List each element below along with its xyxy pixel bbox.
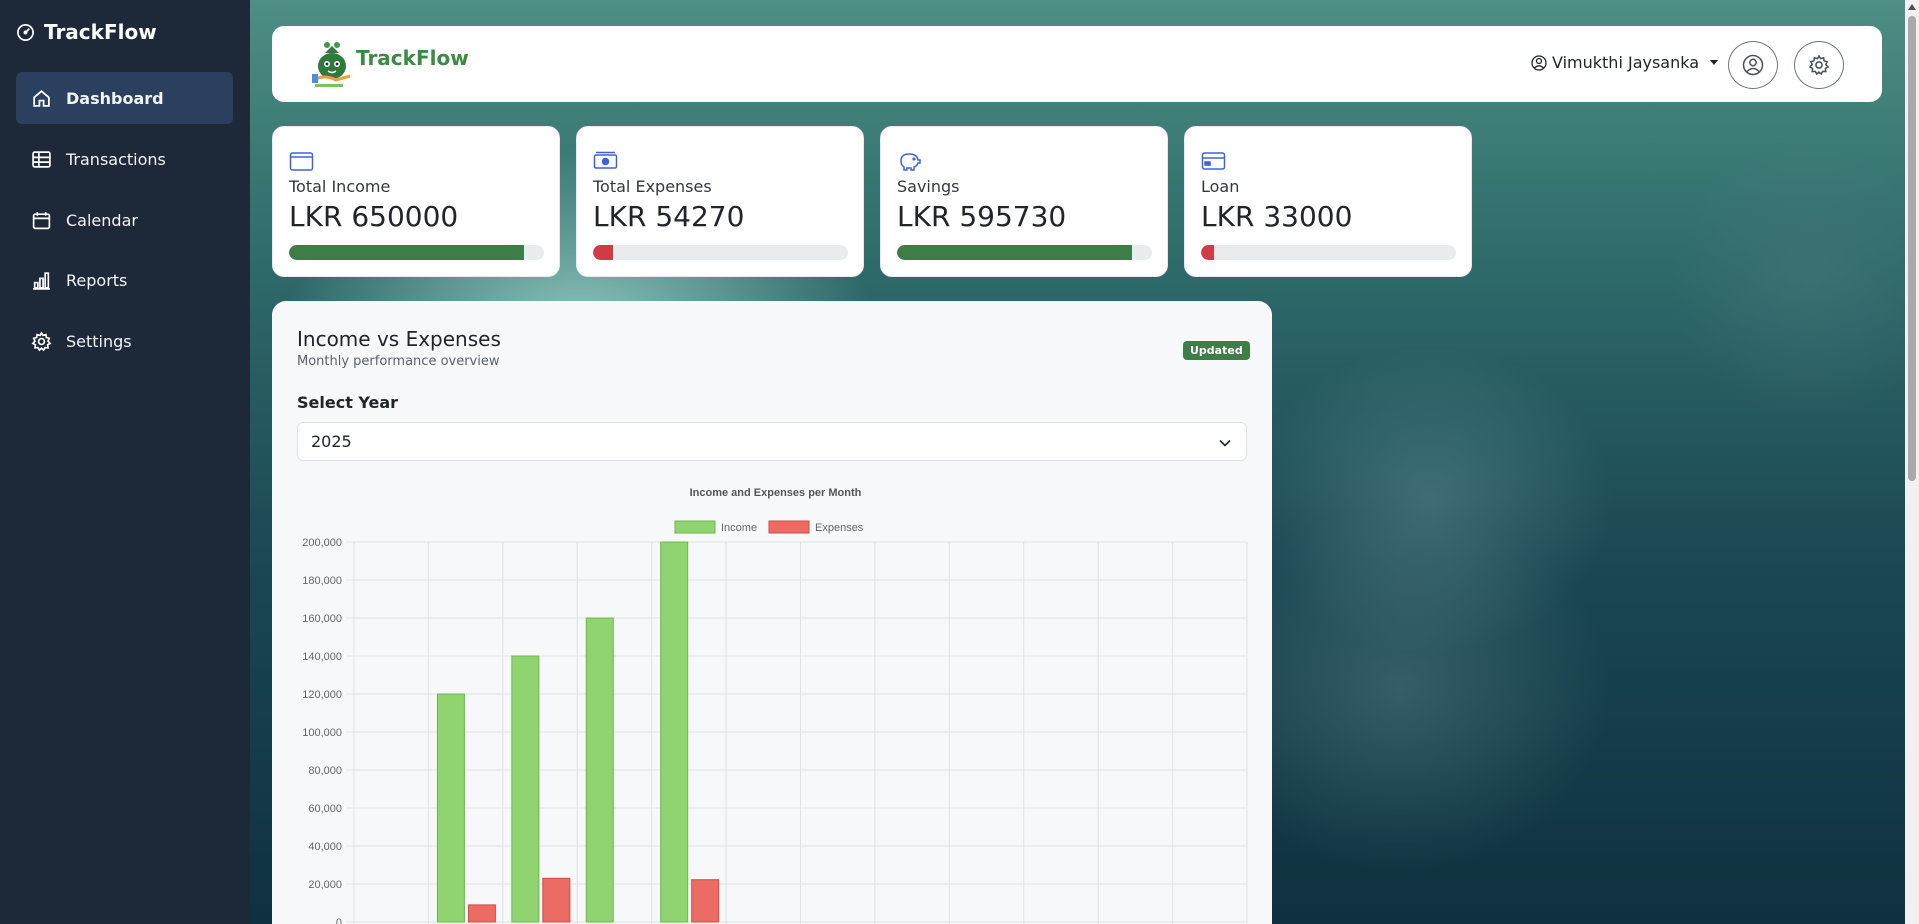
legend-label: Income (721, 522, 757, 534)
progress-fill (289, 245, 524, 260)
y-tick-label: 200,000 (302, 537, 342, 549)
progress-fill (1201, 245, 1214, 260)
top-header: TrackFlow Vimukthi Jaysanka (272, 26, 1882, 102)
card-label: Loan (1201, 177, 1240, 196)
sidebar-item-reports[interactable]: Reports (16, 254, 233, 306)
piggy-bank-icon (900, 153, 921, 171)
y-tick-label: 140,000 (302, 651, 342, 663)
income-expenses-chart: Income and Expenses per Month Income Expen… (302, 487, 1248, 924)
sidebar-brand-label: TrackFlow (44, 20, 157, 44)
income-expenses-panel: Income vs Expenses Monthly performance o… (272, 301, 1272, 924)
user-dropdown[interactable]: Vimukthi Jaysanka (1531, 53, 1719, 72)
sidebar-item-label: Dashboard (66, 88, 164, 108)
card-value: LKR 595730 (897, 200, 1067, 233)
y-tick-label: 60,000 (308, 803, 342, 815)
stat-card-total-expenses: Total Expenses LKR 54270 (576, 126, 864, 277)
legend-swatch (674, 520, 716, 534)
sidebar-item-label: Settings (66, 331, 132, 351)
card-value: LKR 54270 (593, 200, 745, 233)
bar-chart-icon (33, 271, 50, 290)
y-tick-label: 160,000 (302, 613, 342, 625)
stat-card-total-income: Total Income LKR 650000 (272, 126, 560, 277)
speedometer-icon (17, 23, 34, 41)
income-bar (511, 655, 540, 923)
page-scrollbar[interactable] (1905, 0, 1919, 924)
progress-fill (593, 245, 614, 260)
card-progress-bar (1201, 245, 1456, 260)
card-label: Total Income (289, 177, 391, 196)
card-progress-bar (593, 245, 848, 260)
sidebar-brand[interactable]: TrackFlow (16, 20, 157, 44)
income-bar (585, 617, 614, 923)
legend-swatch (768, 520, 810, 534)
card-label: Total Expenses (593, 177, 712, 196)
sidebar-item-label: Calendar (66, 210, 138, 230)
money-bag-logo-icon (312, 42, 351, 87)
card-value: LKR 650000 (289, 200, 459, 233)
y-tick-label: 40,000 (308, 841, 342, 853)
y-tick-label: 120,000 (302, 689, 342, 701)
credit-card-icon (1201, 152, 1226, 170)
progress-fill (897, 245, 1132, 260)
user-circle-icon (1531, 54, 1547, 71)
sidebar-item-label: Transactions (66, 149, 166, 169)
legend-label: Expenses (815, 522, 864, 534)
y-tick-label: 0 (336, 917, 342, 924)
table-icon (32, 150, 51, 168)
wallet-icon (289, 152, 314, 171)
scroll-thumb[interactable] (1908, 16, 1916, 481)
income-bar (436, 693, 465, 923)
card-value: LKR 33000 (1201, 200, 1353, 233)
card-progress-bar (897, 245, 1152, 260)
sidebar-item-settings[interactable]: Settings (16, 315, 233, 367)
card-progress-bar (289, 245, 544, 260)
sidebar-item-dashboard[interactable]: Dashboard (16, 72, 233, 124)
chart-title: Income and Expenses per Month (690, 487, 862, 499)
expenses-bar (467, 904, 496, 923)
stat-card-savings: Savings LKR 595730 (880, 126, 1168, 277)
header-logo-text: TrackFlow (356, 46, 469, 70)
y-tick-label: 100,000 (302, 727, 342, 739)
stat-card-loan: Loan LKR 33000 (1184, 126, 1472, 277)
gear-icon (31, 330, 52, 351)
sidebar-item-transactions[interactable]: Transactions (16, 133, 233, 185)
caret-down-icon (1710, 60, 1719, 65)
home-icon (33, 89, 50, 107)
settings-button[interactable] (1794, 41, 1844, 89)
sidebar-item-label: Reports (66, 270, 128, 290)
user-circle-icon (1742, 54, 1764, 76)
calendar-icon (32, 211, 51, 229)
sidebar-item-calendar[interactable]: Calendar (16, 194, 233, 246)
profile-button[interactable] (1728, 41, 1778, 89)
header-logo[interactable]: TrackFlow (310, 36, 469, 88)
user-name: Vimukthi Jaysanka (1552, 53, 1700, 72)
sidebar: TrackFlow Dashboard Transactions Calenda… (0, 0, 250, 924)
scroll-up-arrow-icon[interactable] (1908, 4, 1916, 10)
y-tick-label: 20,000 (308, 879, 342, 891)
expenses-bar (691, 879, 720, 923)
income-bar (660, 541, 689, 923)
y-tick-label: 80,000 (308, 765, 342, 777)
y-tick-label: 180,000 (302, 575, 342, 587)
gear-icon (1808, 54, 1830, 76)
card-label: Savings (897, 177, 960, 196)
expenses-bar (542, 877, 571, 923)
cash-icon (593, 151, 618, 169)
